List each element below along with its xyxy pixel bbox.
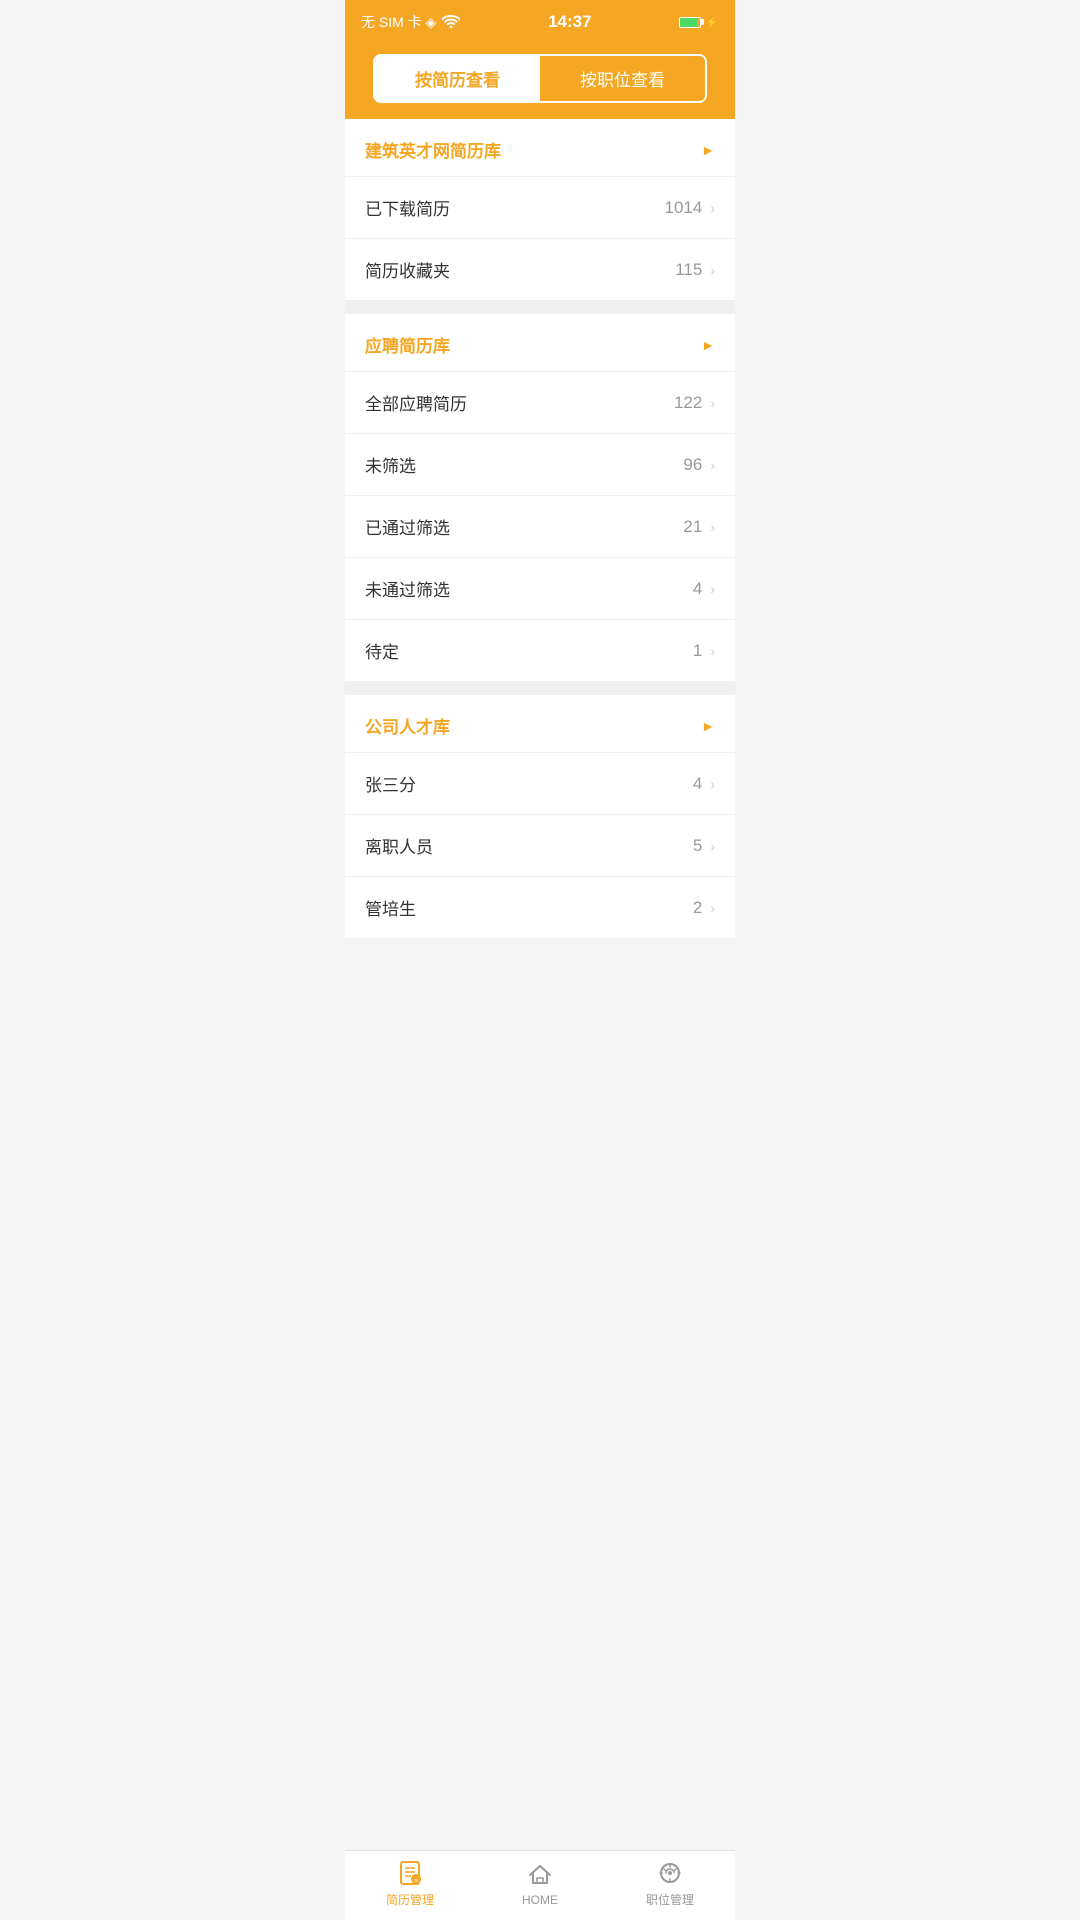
bottom-tab-resume[interactable]: ≡ 简历管理	[345, 1859, 475, 1908]
section-yingpinjianliku: 应聘简历库 ► 全部应聘简历 122 › 未筛选 96 › 已通过筛选 21 ›	[345, 314, 735, 681]
item-count-favorites: 115	[675, 260, 702, 280]
item-label-favorites: 简历收藏夹	[365, 257, 450, 282]
bottom-tab-bar: ≡ 简历管理 HOME 职位管理	[345, 1850, 735, 1920]
list-item-downloaded[interactable]: 已下载简历 1014 ›	[345, 176, 735, 238]
item-count-downloaded: 1014	[665, 198, 703, 218]
chevron-right-icon: ›	[710, 262, 715, 278]
item-label-resigned: 离职人员	[365, 833, 433, 858]
chevron-right-icon: ›	[710, 457, 715, 473]
battery-icon	[679, 17, 701, 28]
section-divider-2	[345, 681, 735, 695]
bottom-tab-jobs-label: 职位管理	[646, 1891, 694, 1908]
status-bar: 无 SIM 卡 ◈ 14:37 ⚡	[345, 0, 735, 44]
item-count-pending: 1	[693, 641, 702, 661]
chevron-right-icon: ►	[701, 718, 715, 734]
top-tab-bar: 按简历查看 按职位查看	[345, 44, 735, 119]
list-item-trainee[interactable]: 管培生 2 ›	[345, 876, 735, 938]
tab-by-resume[interactable]: 按简历查看	[375, 56, 540, 101]
section-gongsirencaiku: 公司人才库 ► 张三分 4 › 离职人员 5 › 管培生 2 ›	[345, 695, 735, 938]
chevron-right-icon: ›	[710, 200, 715, 216]
list-item-unscreened[interactable]: 未筛选 96 ›	[345, 433, 735, 495]
chevron-right-icon: ›	[710, 776, 715, 792]
item-count-all-applied: 122	[674, 393, 702, 413]
bottom-tab-resume-label: 简历管理	[386, 1891, 434, 1908]
view-toggle: 按简历查看 按职位查看	[373, 54, 707, 103]
tab-by-position[interactable]: 按职位查看	[540, 56, 705, 101]
section-divider-1	[345, 300, 735, 314]
section-header-gongsirencaiku[interactable]: 公司人才库 ►	[345, 695, 735, 752]
list-item-failed[interactable]: 未通过筛选 4 ›	[345, 557, 735, 619]
item-label-unscreened: 未筛选	[365, 452, 416, 477]
item-label-failed: 未通过筛选	[365, 576, 450, 601]
section-title-jianzhuyingcai: 建筑英才网简历库	[365, 137, 501, 162]
item-count-resigned: 5	[693, 836, 702, 856]
chevron-right-icon: ►	[701, 142, 715, 158]
bottom-tab-jobs[interactable]: 职位管理	[605, 1859, 735, 1908]
chevron-right-icon: ›	[710, 519, 715, 535]
item-label-zhangsanfen: 张三分	[365, 771, 416, 796]
item-count-zhangsanfen: 4	[693, 774, 702, 794]
section-header-jianzhuyingcai[interactable]: 建筑英才网简历库 ►	[345, 119, 735, 176]
item-label-pending: 待定	[365, 638, 399, 663]
item-label-passed: 已通过筛选	[365, 514, 450, 539]
home-icon	[526, 1861, 554, 1889]
content-area: 建筑英才网简历库 ► 已下载简历 1014 › 简历收藏夹 115 › 应聘简历…	[345, 119, 735, 1008]
item-count-passed: 21	[683, 517, 702, 537]
clock: 14:37	[548, 12, 591, 32]
section-title-gongsirencaiku: 公司人才库	[365, 713, 450, 738]
item-count-unscreened: 96	[683, 455, 702, 475]
section-jianzhuyingcai: 建筑英才网简历库 ► 已下载简历 1014 › 简历收藏夹 115 ›	[345, 119, 735, 300]
svg-text:≡: ≡	[414, 1878, 418, 1885]
bottom-tab-home-label: HOME	[522, 1893, 558, 1907]
item-label-downloaded: 已下载简历	[365, 195, 450, 220]
section-header-yingpinjianliku[interactable]: 应聘简历库 ►	[345, 314, 735, 371]
wifi-icon	[442, 14, 460, 31]
item-count-failed: 4	[693, 579, 702, 599]
item-count-trainee: 2	[693, 898, 702, 918]
chevron-right-icon: ►	[701, 337, 715, 353]
list-item-passed[interactable]: 已通过筛选 21 ›	[345, 495, 735, 557]
chevron-right-icon: ›	[710, 838, 715, 854]
resume-icon: ≡	[396, 1859, 424, 1887]
chevron-right-icon: ›	[710, 900, 715, 916]
chevron-right-icon: ›	[710, 643, 715, 659]
status-left: 无 SIM 卡 ◈	[361, 12, 460, 32]
list-item-zhangsanfen[interactable]: 张三分 4 ›	[345, 752, 735, 814]
list-item-resigned[interactable]: 离职人员 5 ›	[345, 814, 735, 876]
list-item-favorites[interactable]: 简历收藏夹 115 ›	[345, 238, 735, 300]
status-right: ⚡	[679, 16, 719, 29]
bottom-tab-home[interactable]: HOME	[475, 1861, 605, 1907]
item-label-all-applied: 全部应聘简历	[365, 390, 467, 415]
chevron-right-icon: ›	[710, 581, 715, 597]
jobs-icon	[656, 1859, 684, 1887]
charging-icon: ⚡	[705, 16, 719, 29]
list-item-pending[interactable]: 待定 1 ›	[345, 619, 735, 681]
chevron-right-icon: ›	[710, 395, 715, 411]
item-label-trainee: 管培生	[365, 895, 416, 920]
section-title-yingpinjianliku: 应聘简历库	[365, 332, 450, 357]
no-sim-label: 无 SIM 卡 ◈	[361, 12, 436, 32]
list-item-all-applied[interactable]: 全部应聘简历 122 ›	[345, 371, 735, 433]
